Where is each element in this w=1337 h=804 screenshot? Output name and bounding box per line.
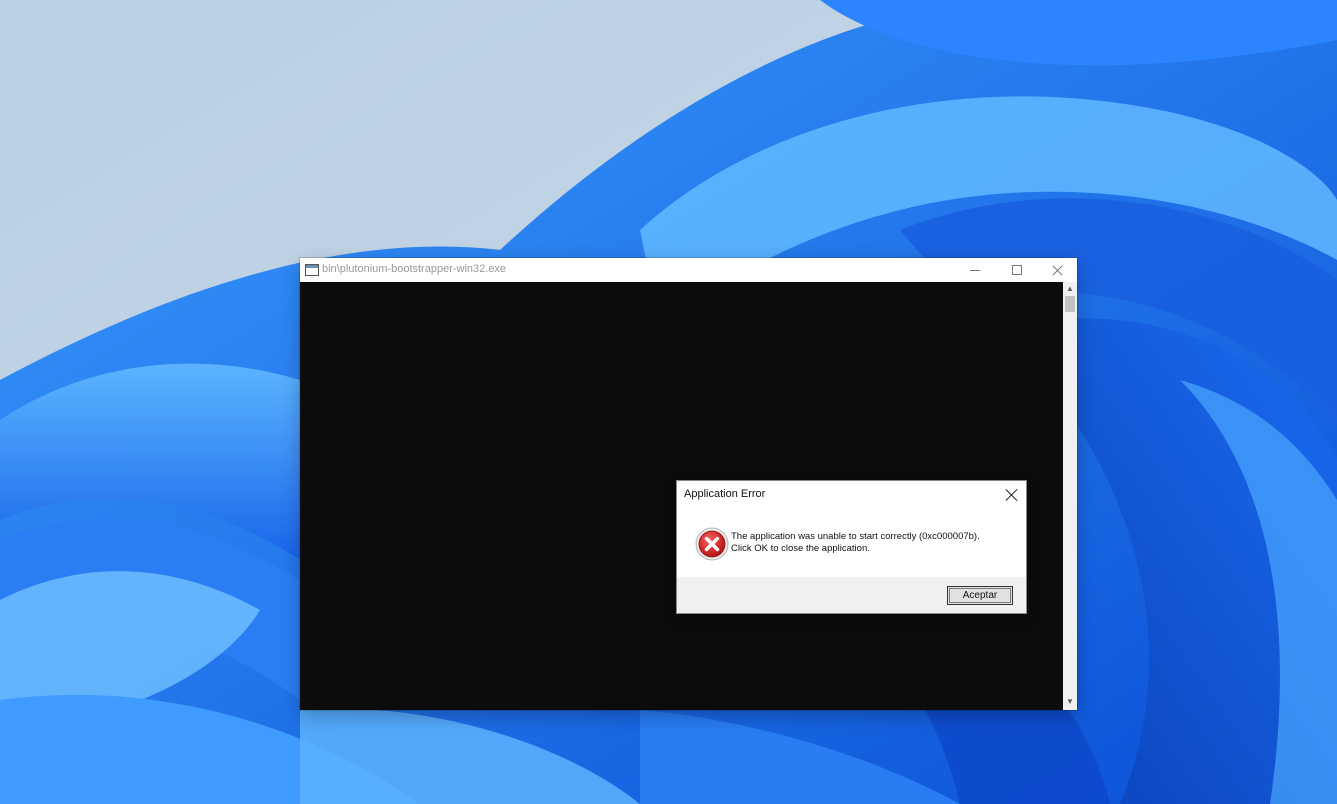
console-title-bar[interactable]: bin\plutonium-bootstrapper-win32.exe [300, 258, 1077, 282]
dialog-close-button[interactable] [999, 485, 1025, 505]
console-scrollbar[interactable]: ▲ ▼ [1063, 282, 1077, 710]
maximize-icon [1012, 265, 1022, 275]
scroll-down-arrow-icon[interactable]: ▼ [1066, 698, 1074, 706]
close-icon [1052, 265, 1063, 276]
close-button[interactable] [1036, 258, 1078, 282]
ok-button[interactable]: Aceptar [947, 586, 1013, 605]
error-message-line1: The application was unable to start corr… [731, 531, 980, 542]
minimize-icon [970, 269, 980, 271]
minimize-button[interactable] [954, 258, 996, 282]
console-app-icon [305, 264, 319, 276]
error-message: The application was unable to start corr… [731, 531, 1021, 555]
dialog-title: Application Error [684, 488, 766, 500]
scroll-up-arrow-icon[interactable]: ▲ [1066, 285, 1074, 293]
maximize-button[interactable] [996, 258, 1038, 282]
error-message-line2: Click OK to close the application. [731, 543, 870, 554]
dialog-footer: Aceptar [677, 577, 1026, 613]
close-icon [1006, 489, 1018, 501]
error-icon [695, 527, 729, 561]
scrollbar-thumb[interactable] [1065, 296, 1075, 312]
application-error-dialog[interactable]: Application Error The application was un… [676, 480, 1027, 614]
console-window-title: bin\plutonium-bootstrapper-win32.exe [322, 263, 507, 275]
